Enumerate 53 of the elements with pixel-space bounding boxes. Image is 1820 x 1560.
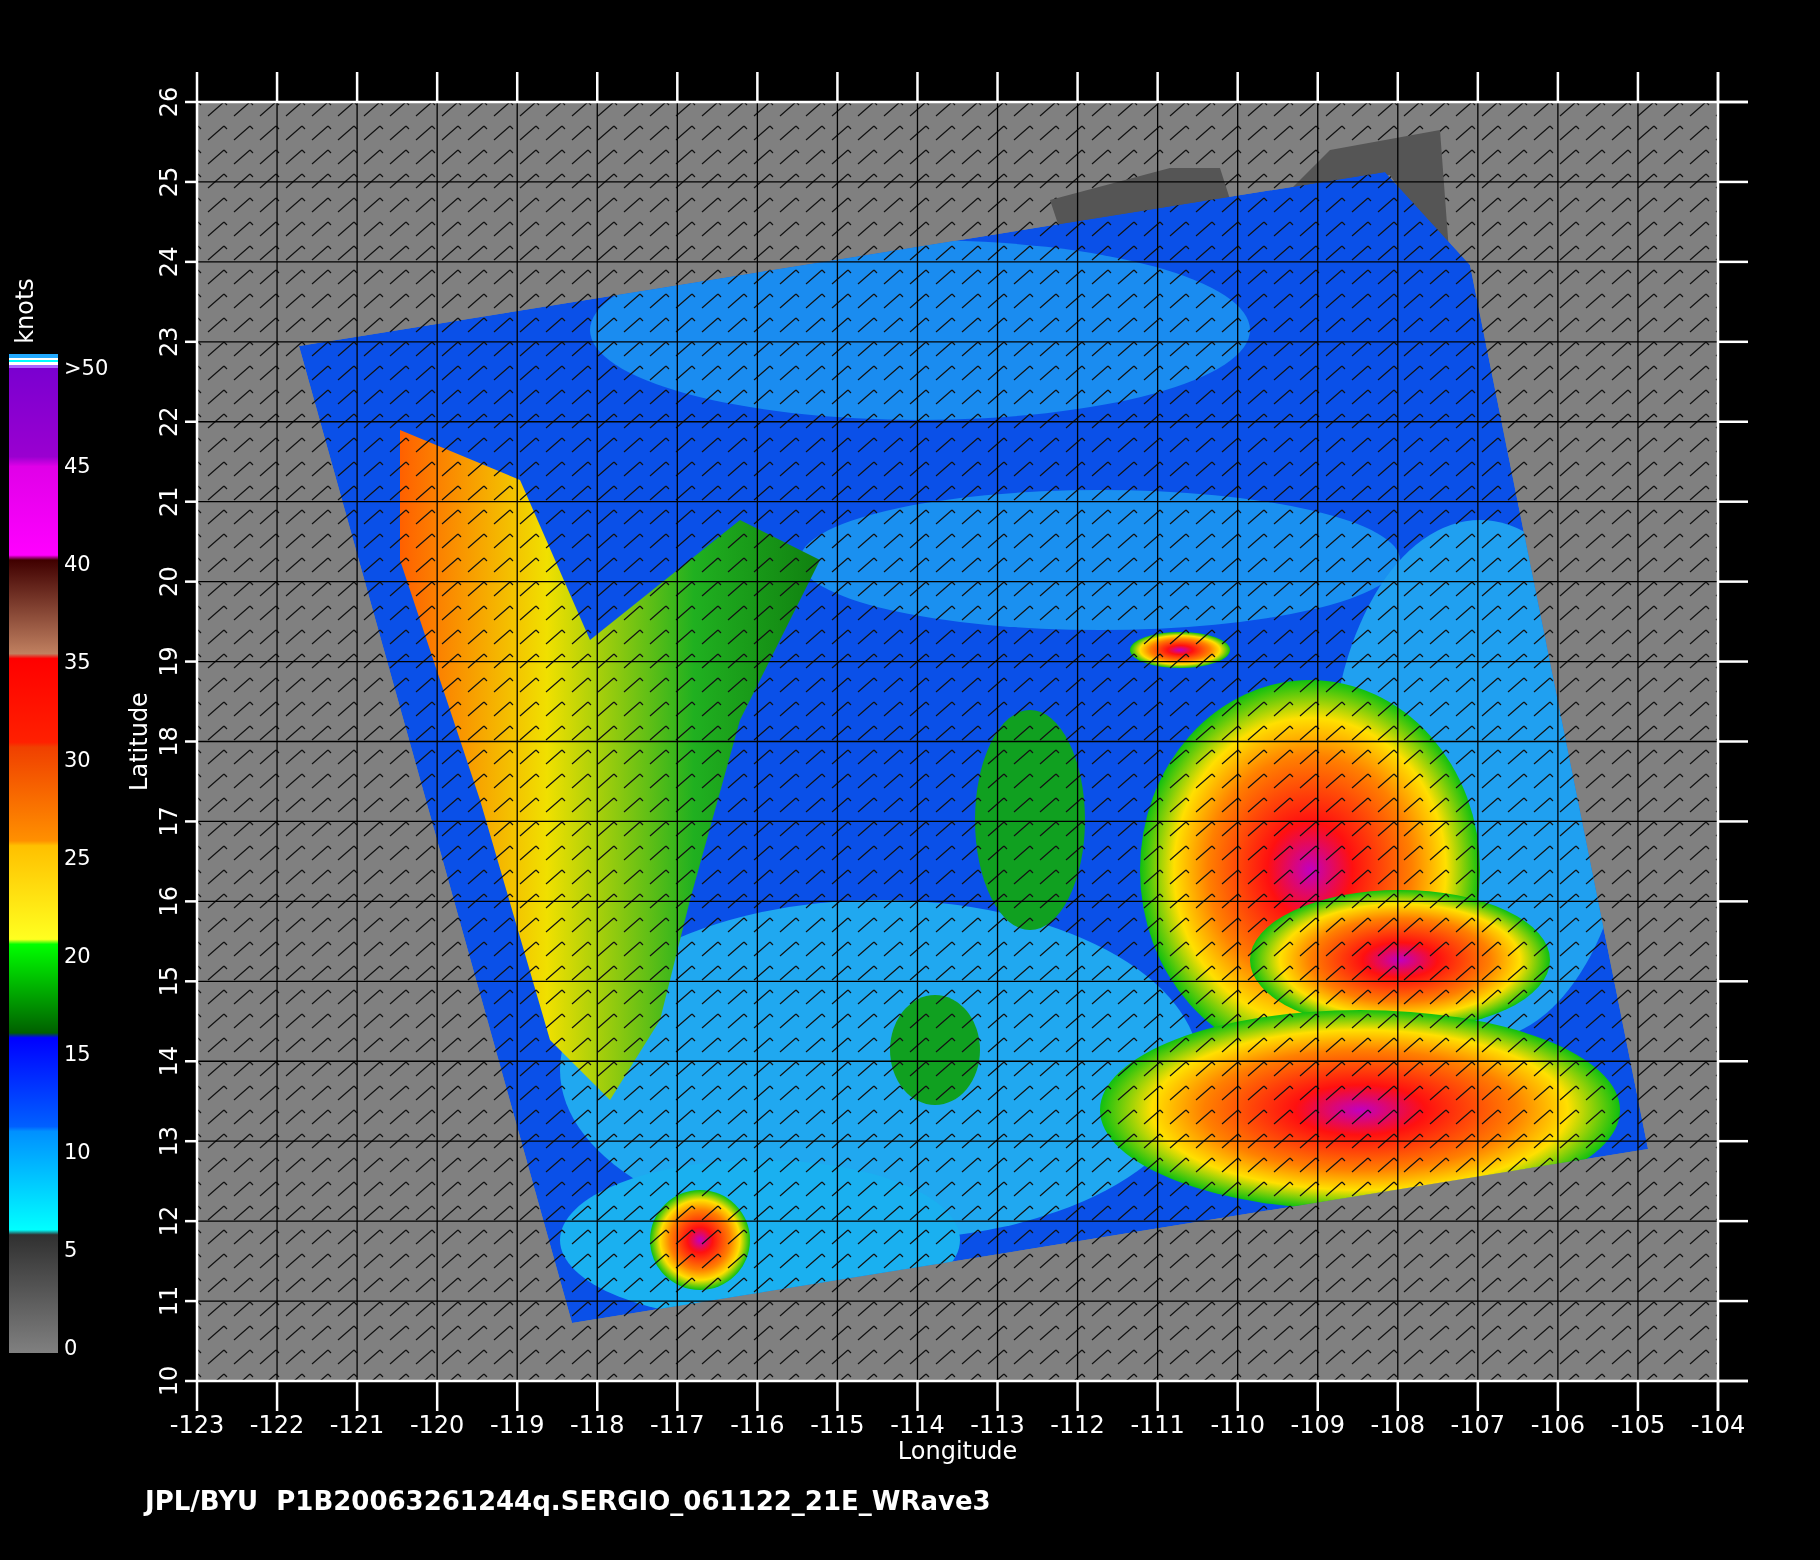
tick-label: -120 (409, 1411, 465, 1439)
tick-label: -109 (1290, 1411, 1345, 1439)
tick-label: -108 (1370, 1411, 1425, 1439)
tick-label: -104 (1690, 1411, 1746, 1439)
tick-label: -121 (329, 1411, 385, 1439)
tick-label: 14 (155, 1046, 183, 1077)
tick-label: 18 (155, 726, 183, 757)
tick-label: 23 (155, 326, 183, 358)
colorbar-label: 40 (64, 552, 92, 576)
colorbar-label: 15 (64, 1042, 92, 1066)
tick-label: 21 (155, 486, 183, 517)
tick-label: -107 (1450, 1411, 1506, 1439)
tick-label: -110 (1210, 1411, 1265, 1439)
tick-label: 10 (155, 1365, 183, 1397)
tick-label: -116 (730, 1411, 785, 1439)
tick-label: 16 (155, 886, 183, 917)
colorbar-label: 10 (64, 1140, 92, 1164)
tick-label: -123 (169, 1411, 225, 1439)
unit-label: knots (10, 278, 39, 344)
tick-label: -122 (249, 1411, 305, 1439)
tick-label: 25 (155, 166, 183, 198)
axis-title: Longitude (897, 1437, 1018, 1465)
tick-label: -119 (490, 1411, 545, 1439)
tick-label: -112 (1050, 1411, 1105, 1439)
colorbar-label: 25 (64, 846, 92, 870)
colorbar-label: 35 (64, 650, 92, 674)
colorbar-label: 20 (64, 944, 92, 968)
colorbar-cap (9, 354, 58, 368)
tick-label: -115 (810, 1411, 865, 1439)
colorbar-label: 5 (64, 1238, 79, 1262)
axis-title: Latitude (125, 692, 153, 791)
tick-label: -117 (650, 1411, 705, 1439)
tick-label: 17 (155, 806, 183, 837)
tick-label: 20 (155, 566, 183, 597)
tick-label: 24 (155, 246, 183, 278)
tick-label: 15 (155, 966, 183, 997)
tick-label: 19 (155, 646, 183, 677)
tick-label: 26 (155, 86, 183, 118)
colorbar-label: 30 (64, 748, 92, 772)
tick-label: -113 (970, 1411, 1025, 1439)
colorbar-label: 0 (64, 1336, 79, 1360)
colorbar-label: >50 (64, 356, 109, 380)
colorbar-label: 45 (64, 454, 92, 478)
tick-label: -106 (1530, 1411, 1586, 1439)
tick-label: 22 (155, 406, 183, 437)
caption: JPL/BYU P1B20063261244q.SERGIO_061122_21E_WRave3 (145, 1486, 991, 1516)
tick-label: -111 (1130, 1411, 1185, 1439)
tick-label: 11 (155, 1285, 183, 1317)
tick-label: 13 (155, 1125, 183, 1157)
tick-label: -118 (570, 1411, 625, 1439)
tick-label: -105 (1610, 1411, 1666, 1439)
tick-label: -114 (890, 1411, 945, 1439)
tick-label: 12 (155, 1205, 183, 1237)
